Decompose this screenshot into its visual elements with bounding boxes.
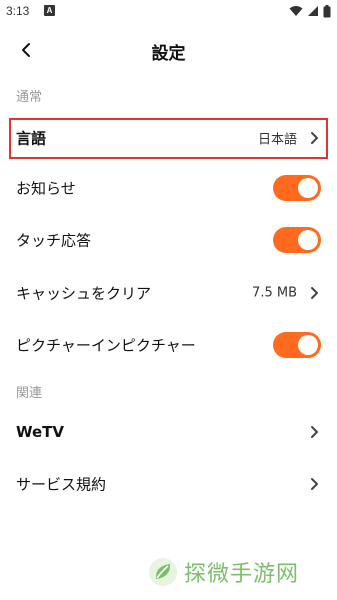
language-value: 日本語 bbox=[257, 132, 297, 148]
wetv-label: WeTV bbox=[16, 423, 65, 441]
touch-response-toggle[interactable] bbox=[273, 227, 321, 253]
notifications-label: お知らせ bbox=[16, 179, 76, 198]
language-label: 言語 bbox=[16, 129, 47, 148]
toggle-knob bbox=[298, 335, 318, 355]
leaf-logo-icon bbox=[149, 558, 177, 586]
notification-icon: A bbox=[44, 5, 55, 16]
signal-icon bbox=[308, 6, 318, 16]
wetv-row[interactable]: WeTV bbox=[0, 407, 337, 457]
page-title: 設定 bbox=[151, 44, 186, 64]
wifi-icon bbox=[289, 6, 303, 16]
notifications-toggle[interactable] bbox=[273, 175, 321, 201]
section-label-related: 関連 bbox=[16, 386, 43, 401]
cache-size-value: 7.5 MB bbox=[252, 285, 297, 301]
chevron-right-icon bbox=[311, 132, 318, 144]
clear-cache-row[interactable]: キャッシュをクリア 7.5 MB bbox=[0, 268, 337, 318]
terms-label: サービス規約 bbox=[16, 475, 107, 494]
touch-response-row: タッチ応答 bbox=[0, 215, 337, 265]
status-bar: 3:13 A bbox=[0, 0, 337, 24]
toggle-knob bbox=[298, 230, 318, 250]
watermark: 探微手游网 bbox=[148, 556, 299, 588]
pip-toggle[interactable] bbox=[273, 332, 321, 358]
terms-row[interactable]: サービス規約 bbox=[0, 459, 337, 509]
notifications-row: お知らせ bbox=[0, 163, 337, 213]
status-icons bbox=[289, 4, 331, 18]
chevron-right-icon bbox=[311, 478, 318, 490]
section-label-general: 通常 bbox=[16, 90, 43, 105]
battery-icon bbox=[323, 4, 331, 17]
touch-response-label: タッチ応答 bbox=[16, 231, 92, 250]
chevron-right-icon bbox=[311, 426, 318, 438]
pip-label: ピクチャーインピクチャー bbox=[16, 336, 196, 355]
pip-row: ピクチャーインピクチャー bbox=[0, 320, 337, 370]
toggle-knob bbox=[298, 178, 318, 198]
header: 設定 bbox=[0, 28, 337, 72]
clear-cache-label: キャッシュをクリア bbox=[16, 284, 152, 303]
chevron-right-icon bbox=[311, 287, 318, 299]
language-row[interactable]: 言語 日本語 bbox=[0, 113, 337, 163]
watermark-text: 探微手游网 bbox=[184, 562, 300, 587]
status-time: 3:13 bbox=[6, 4, 30, 18]
